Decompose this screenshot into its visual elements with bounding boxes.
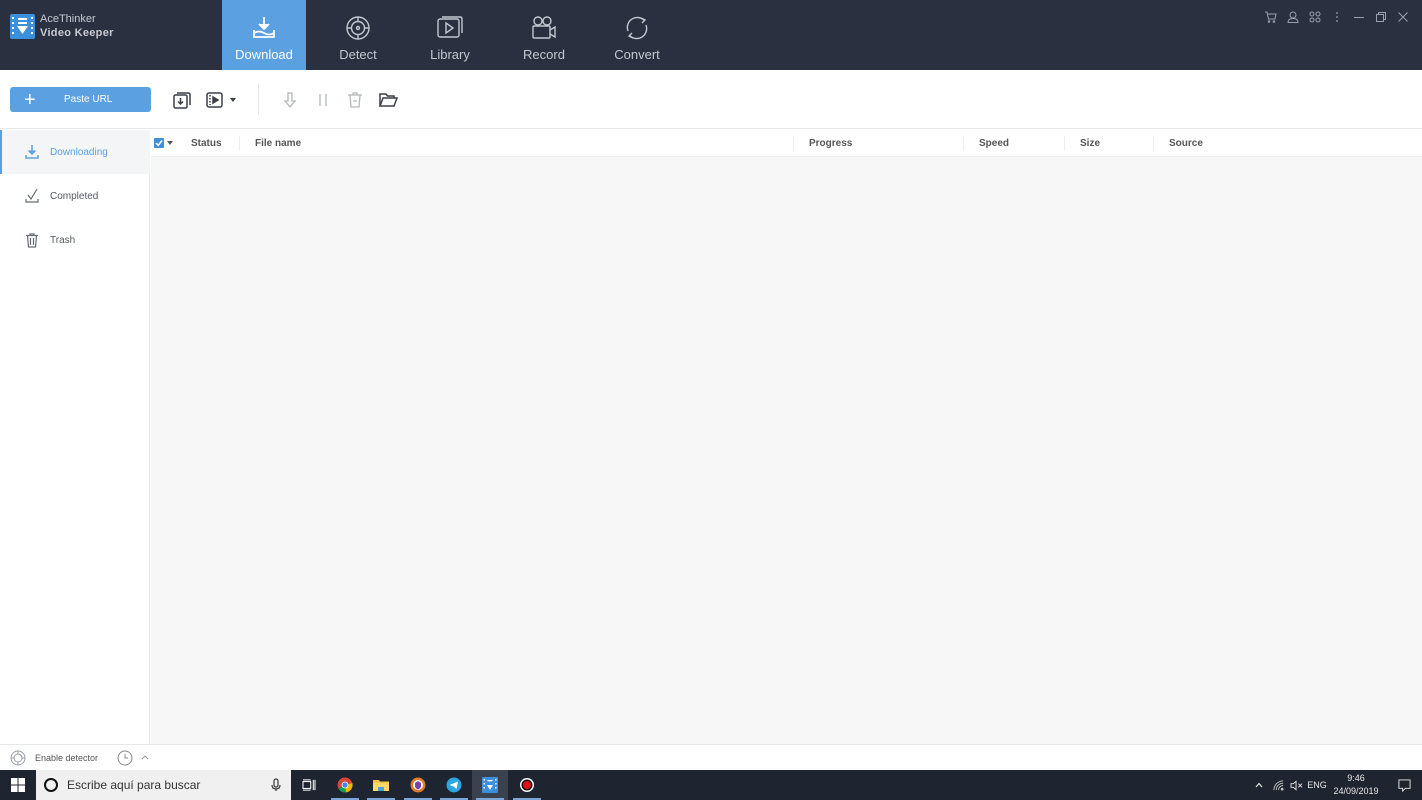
video-camera-icon [532,16,556,39]
title-bar: AceThinker Video Keeper Download Detect … [0,0,1422,70]
column-divider [963,136,964,151]
trash-icon [26,233,38,248]
user-icon[interactable] [1282,8,1304,26]
column-progress[interactable]: Progress [809,138,852,149]
column-source[interactable]: Source [1169,138,1203,149]
tab-library-label: Library [430,47,470,62]
taskbar-clock[interactable]: 9:46 24/09/2019 [1330,772,1382,798]
brand: AceThinker Video Keeper [10,12,114,40]
delete-icon[interactable] [344,90,366,110]
plus-icon: + [24,88,36,111]
more-vertical-icon[interactable] [1326,8,1348,26]
apps-icon[interactable] [1304,8,1326,26]
close-icon[interactable] [1392,8,1414,26]
resume-icon[interactable] [279,90,301,110]
language-indicator[interactable]: ENG [1305,770,1329,800]
video-library-icon [437,16,463,38]
column-speed[interactable]: Speed [979,138,1009,149]
wifi-icon[interactable] [1271,770,1285,800]
sidebar-item-label: Completed [50,190,99,202]
tab-library[interactable]: Library [408,0,492,70]
filmstrip-download-icon [10,13,35,39]
column-file-name[interactable]: File name [255,138,301,149]
chevron-up-icon[interactable] [140,752,150,762]
open-folder-icon[interactable] [377,90,399,110]
cart-icon[interactable] [1260,8,1282,26]
start-button[interactable] [0,770,36,800]
download-list: Status File name Progress Speed Size Sou… [151,130,1422,744]
brave-icon[interactable] [400,770,436,800]
minimize-icon[interactable] [1348,8,1370,26]
tab-detect[interactable]: Detect [316,0,400,70]
column-divider [1064,136,1065,151]
telegram-icon[interactable] [436,770,472,800]
status-bar: Enable detector [0,744,1422,770]
column-size[interactable]: Size [1080,138,1100,149]
tab-record-label: Record [523,47,565,62]
video-keeper-icon[interactable] [472,770,508,800]
brand-product: Video Keeper [40,27,114,39]
microphone-icon[interactable] [271,778,281,792]
column-status[interactable]: Status [191,138,222,149]
sidebar-item-completed[interactable]: Completed [0,174,150,218]
show-hidden-icons[interactable] [1252,770,1266,800]
column-divider [239,136,240,151]
video-convert-dropdown[interactable] [230,98,236,102]
column-divider [793,136,794,151]
windows-logo-icon [11,778,25,792]
convert-arrows-icon [626,16,648,40]
sidebar-item-label: Downloading [50,146,108,158]
select-all-checkbox[interactable] [154,138,164,148]
select-options-dropdown[interactable] [167,141,173,145]
sidebar-item-label: Trash [50,234,76,246]
tab-download[interactable]: Download [222,0,306,70]
download-tray-icon [253,17,275,38]
paste-url-label: Paste URL [64,94,113,105]
target-icon [346,16,370,40]
action-center-icon[interactable] [1392,770,1416,800]
table-header: Status File name Progress Speed Size Sou… [151,130,1422,157]
brand-name: AceThinker [40,13,96,25]
restore-icon[interactable] [1370,8,1392,26]
sidebar-item-downloading[interactable]: Downloading [0,130,150,174]
toolbar: + Paste URL [0,70,1422,129]
download-from-list-icon[interactable] [171,90,193,110]
enable-detector-toggle[interactable]: Enable detector [35,753,98,763]
cortana-icon [44,778,58,792]
sidebar-item-trash[interactable]: Trash [0,218,150,262]
windows-taskbar: Escribe aquí para buscar ENG 9:46 24/09/… [0,770,1422,800]
clock-time: 9:46 [1347,773,1365,783]
tab-convert[interactable]: Convert [595,0,679,70]
window-controls [1260,8,1414,26]
file-explorer-icon[interactable] [363,770,399,800]
clock-date: 24/09/2019 [1333,786,1379,796]
toolbar-divider [258,84,259,114]
video-convert-icon[interactable] [204,90,226,110]
column-divider [1153,136,1154,151]
detector-icon[interactable] [10,750,26,766]
paste-url-button[interactable]: + Paste URL [10,87,151,112]
tab-detect-label: Detect [339,47,377,62]
task-view-icon[interactable] [291,770,327,800]
volume-muted-icon[interactable] [1288,770,1304,800]
tab-download-label: Download [235,47,293,62]
sidebar: Downloading Completed Trash [0,130,150,744]
taskbar-search-input[interactable]: Escribe aquí para buscar [36,770,291,800]
pause-icon[interactable] [312,90,334,110]
download-icon [25,145,39,159]
tab-convert-label: Convert [614,47,660,62]
tab-record[interactable]: Record [502,0,586,70]
schedule-clock-icon[interactable] [117,750,133,766]
recorder-icon[interactable] [509,770,545,800]
search-placeholder: Escribe aquí para buscar [67,778,201,792]
check-icon [25,188,39,203]
chrome-icon[interactable] [327,770,363,800]
